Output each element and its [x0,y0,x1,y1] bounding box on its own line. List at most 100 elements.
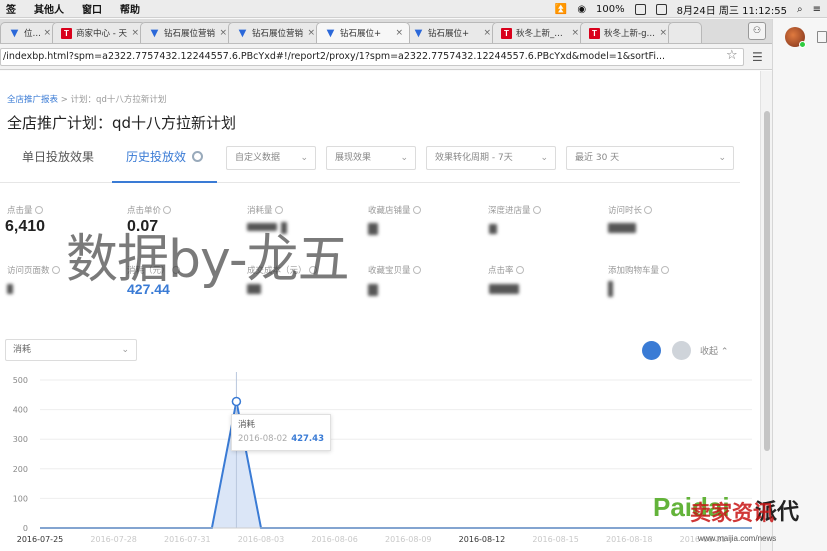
diamond-icon: ▼ [150,27,159,39]
list-icon[interactable]: ≡ [813,4,821,15]
select-display-effect[interactable]: 展现效果 ⌄ [326,146,416,170]
menu-item-0[interactable]: 签 [6,1,16,16]
close-icon[interactable]: × [571,28,579,38]
chevron-down-icon: ⌄ [121,345,129,355]
diamond-icon: ▼ [414,27,423,39]
browser-tab-active[interactable]: ▼ 钻石展位+ × [316,22,410,43]
metric-label-text: 添加购物车量 [608,266,660,276]
breadcrumb-link[interactable]: 全店推广报表 [7,95,58,105]
browser-tab[interactable]: T 商家中心 - 天 × [52,22,146,43]
gear-icon[interactable] [192,151,204,162]
redacted-value [489,284,519,294]
mac-menu-bar: 签 其他人 窗口 帮助 ⏫ ◉ 100% 8月24日 周三 11:12:55 ⌕… [0,0,827,18]
battery-text[interactable]: 100% [596,4,625,15]
help-icon[interactable] [412,266,421,274]
select-value: 展现效果 [335,153,372,163]
chevron-down-icon: ⌄ [540,153,548,163]
help-icon[interactable] [34,206,43,214]
browser-tab[interactable]: ▼ 钻石展位营销 × [140,22,234,43]
close-icon[interactable]: × [659,28,667,38]
redacted-value [368,284,378,296]
metric-label: 深度进店量 [488,204,541,216]
tmall-icon: T [589,27,600,39]
metric-label: 添加购物车量 [608,264,670,276]
clock-text[interactable]: 8月24日 周三 11:12:55 [677,2,787,17]
x-tick-label: 2016-08-18 [606,535,653,544]
close-icon[interactable]: × [131,28,139,38]
select-custom-data[interactable]: 自定义数据 ⌄ [226,146,316,170]
url-field[interactable]: /indexbp.html?spm=a2322.7757432.12244557… [0,48,744,66]
status-area: ⏫ ◉ 100% 8月24日 周三 11:12:55 ⌕ ≡ [555,0,821,18]
collapse-label: 收起 [700,347,719,357]
diamond-icon: ▼ [238,27,247,39]
tab-history[interactable]: 历史投放效 [112,143,218,183]
bookmark-star-icon[interactable]: ☆ [726,48,738,64]
chevron-up-icon: ⌃ [720,347,729,357]
chart-metric-select[interactable]: 消耗 ⌄ [5,339,137,361]
browser-menu-icon[interactable]: ☰ [752,49,763,65]
new-tab-button[interactable] [668,22,702,43]
help-icon[interactable] [515,266,524,274]
select-conversion-period[interactable]: 效果转化周期 - 7天 ⌄ [426,146,556,170]
collapse-button[interactable]: 收起 ⌃ [700,344,728,357]
x-tick-label: 2016-08-03 [238,535,285,544]
maijia-logo: 卖家资讯 [690,501,774,525]
desktop-strip [772,19,827,551]
help-icon[interactable] [412,206,421,214]
help-icon[interactable] [274,206,283,214]
y-tick-label: 100 [13,494,28,503]
tab-label: 钻石展位+ [340,29,382,39]
close-icon[interactable]: × [395,28,403,38]
menu-item-3[interactable]: 帮助 [120,1,140,16]
redacted-value [7,284,13,294]
close-icon[interactable]: × [43,28,51,38]
metric-label-text: 访问时长 [608,206,643,216]
cost-trend-chart: 0 100 200 300 400 500 2016-07-25 2016-07-28 2016… [13,372,752,544]
menu-item-2[interactable]: 窗口 [82,1,102,16]
page-scrollbar[interactable] [760,71,772,551]
redacted-value [368,223,378,235]
wifi-icon[interactable]: ◉ [577,4,586,15]
breadcrumb-separator: > [60,95,68,105]
select-date-range[interactable]: 最近 30 天 ⌄ [566,146,734,170]
line-chart-icon[interactable] [642,341,661,360]
tab-label: 钻石展位+ [428,29,470,39]
close-icon[interactable]: × [483,28,491,38]
browser-tab[interactable]: T 秋冬上新_下拉 × [492,22,586,43]
y-tick-label: 300 [13,435,28,444]
scrollbar-thumb[interactable] [764,111,770,451]
x-tick-label: 2016-08-15 [532,535,579,544]
document-icon[interactable] [817,31,827,43]
tooltip-series-name: 消耗 [238,420,256,430]
help-icon[interactable] [644,206,653,214]
help-icon[interactable] [532,206,541,214]
metric-label-text: 收藏宝贝量 [368,266,411,276]
calendar-icon[interactable] [655,3,667,15]
browser-tab[interactable]: T 秋冬上新-girls × [580,22,674,43]
close-icon[interactable]: × [307,28,315,38]
metric-label-text: 访问页面数 [7,266,50,276]
close-icon[interactable]: × [219,28,227,38]
menu-item-1[interactable]: 其他人 [34,1,64,16]
profile-icon[interactable]: ⚇ [748,22,766,40]
help-icon[interactable] [51,266,60,274]
chart-tooltip: 消耗 2016-08-02 427.43 [231,414,331,451]
x-tick-label: 2016-08-09 [385,535,432,544]
tab-daily[interactable]: 单日投放效果 [22,143,94,183]
screen: 签 其他人 窗口 帮助 ⏫ ◉ 100% 8月24日 周三 11:12:55 ⌕… [0,0,827,551]
help-icon[interactable] [661,266,670,274]
browser-tab[interactable]: ▼ 钻石展位+ × [404,22,498,43]
battery-icon [634,3,646,15]
help-icon[interactable] [163,206,172,214]
maijia-url: www.maijia.com/news [698,534,777,543]
watermark-text: 数据by-龙五 [66,230,350,290]
upload-icon[interactable]: ⏫ [555,4,567,15]
browser-tab[interactable]: ▼ 位营销 × [0,22,58,43]
search-icon[interactable]: ⌕ [797,4,803,15]
page-title: 全店推广计划：qd十八方拉新计划 [7,114,237,132]
browser-tab[interactable]: ▼ 钻石展位营销 × [228,22,322,43]
x-tick-label: 2016-08-12 [459,535,506,544]
table-view-icon[interactable] [672,341,691,360]
browser-tab-strip: ▼ 位营销 × T 商家中心 - 天 × ▼ 钻石展位营销 × ▼ 钻石展位营销… [0,19,772,44]
tooltip-date: 2016-08-02 [238,434,288,444]
